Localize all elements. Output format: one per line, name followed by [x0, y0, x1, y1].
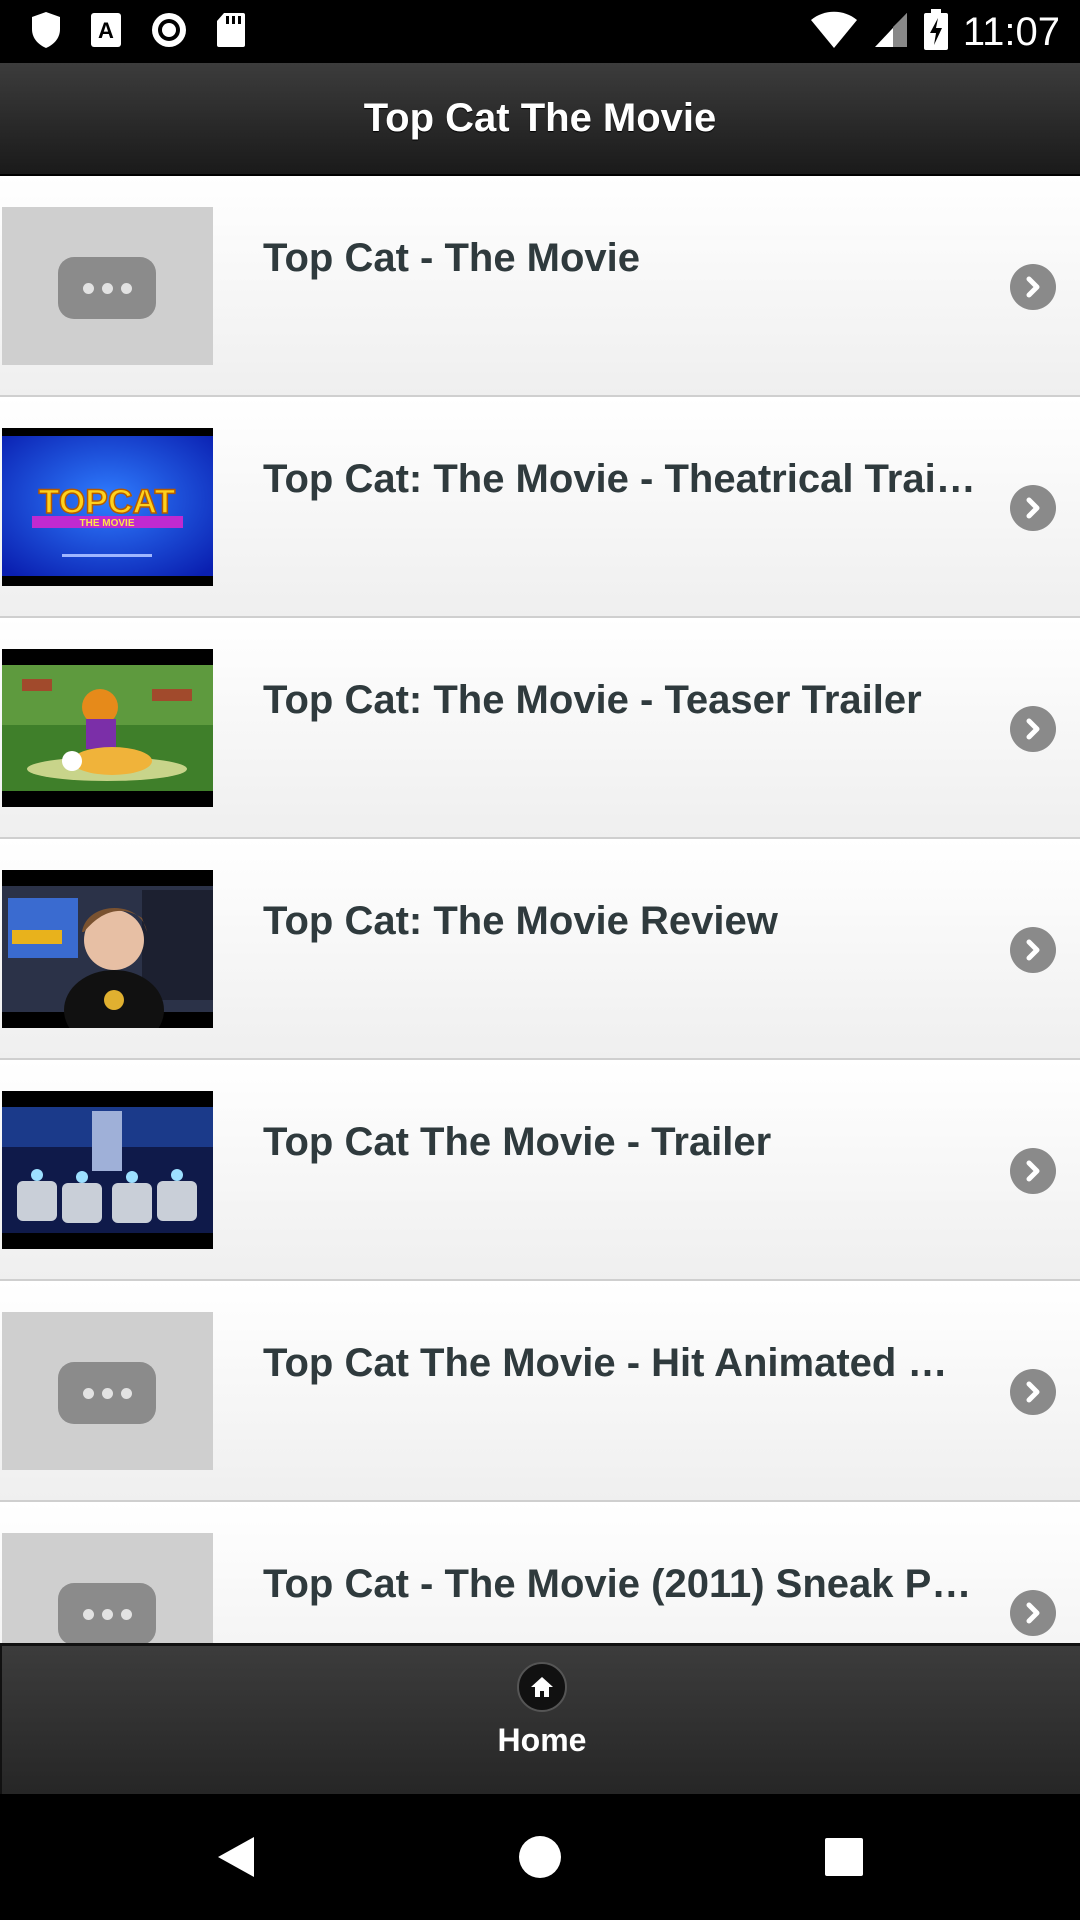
video-thumbnail: [2, 870, 213, 1028]
list-item[interactable]: Top Cat - The Movie: [0, 176, 1080, 397]
thumbnail-logo-text: TOPCAT: [39, 483, 176, 521]
sd-card-icon: [216, 12, 246, 53]
video-thumbnail: TOPCAT THE MOVIE: [2, 428, 213, 586]
record-icon: [150, 11, 188, 54]
list-item[interactable]: Top Cat The Movie - Hit Animated …: [0, 1281, 1080, 1502]
system-navigation-bar: [0, 1794, 1080, 1920]
chevron-right-icon: [1010, 485, 1056, 531]
list-item[interactable]: Top Cat The Movie - Trailer: [0, 1060, 1080, 1281]
recents-button[interactable]: [811, 1824, 877, 1890]
footer-nav: Home: [0, 1643, 1080, 1794]
cell-signal-icon: [873, 11, 909, 54]
a-badge-icon: A: [90, 12, 122, 53]
video-title: Top Cat The Movie - Hit Animated …: [263, 1341, 948, 1385]
video-title: Top Cat: The Movie Review: [263, 899, 778, 943]
video-thumbnail: [2, 1312, 213, 1470]
video-title: Top Cat: The Movie - Teaser Trailer: [263, 678, 922, 722]
shield-icon: [30, 11, 62, 54]
chevron-right-icon: [1010, 1590, 1056, 1636]
video-title: Top Cat The Movie - Trailer: [263, 1120, 772, 1164]
placeholder-icon: [58, 1583, 156, 1643]
clock: 11:07: [962, 9, 1060, 54]
square-recents-icon: [825, 1838, 863, 1876]
home-system-button[interactable]: [507, 1824, 573, 1890]
video-title: Top Cat - The Movie (2011) Sneak P…: [263, 1562, 972, 1606]
app-header: Top Cat The Movie: [0, 63, 1080, 176]
video-thumbnail: [2, 649, 213, 807]
video-title: Top Cat - The Movie: [263, 236, 641, 280]
placeholder-icon: [58, 1362, 156, 1424]
status-bar: A 11:07: [0, 0, 1080, 63]
chevron-right-icon: [1010, 1148, 1056, 1194]
back-button[interactable]: [203, 1824, 269, 1890]
back-icon: [218, 1837, 254, 1877]
video-thumbnail: [2, 207, 213, 365]
svg-text:A: A: [98, 18, 114, 43]
chevron-right-icon: [1010, 927, 1056, 973]
thumbnail-logo-subtext: THE MOVIE: [79, 518, 134, 529]
battery-charging-icon: [923, 8, 949, 56]
list-item[interactable]: Top Cat: The Movie - Teaser Trailer: [0, 618, 1080, 839]
video-list[interactable]: Top Cat - The Movie TOPCAT THE MOVIE Top: [0, 176, 1080, 1643]
list-item[interactable]: TOPCAT THE MOVIE Top Cat: The Movie - Th…: [0, 397, 1080, 618]
chevron-right-icon: [1010, 264, 1056, 310]
page-title: Top Cat The Movie: [363, 96, 717, 140]
circle-home-icon: [519, 1836, 561, 1878]
home-label: Home: [497, 1722, 587, 1758]
chevron-right-icon: [1010, 1369, 1056, 1415]
video-thumbnail: [2, 1091, 213, 1249]
home-icon: [517, 1662, 567, 1712]
list-item[interactable]: Top Cat - The Movie (2011) Sneak P…: [0, 1502, 1080, 1643]
video-title: Top Cat: The Movie - Theatrical Trai…: [263, 457, 976, 501]
home-button[interactable]: Home: [492, 1662, 592, 1782]
chevron-right-icon: [1010, 706, 1056, 752]
video-thumbnail: [2, 1533, 213, 1643]
wifi-icon: [809, 10, 859, 55]
placeholder-icon: [58, 257, 156, 319]
list-item[interactable]: Top Cat: The Movie Review: [0, 839, 1080, 1060]
